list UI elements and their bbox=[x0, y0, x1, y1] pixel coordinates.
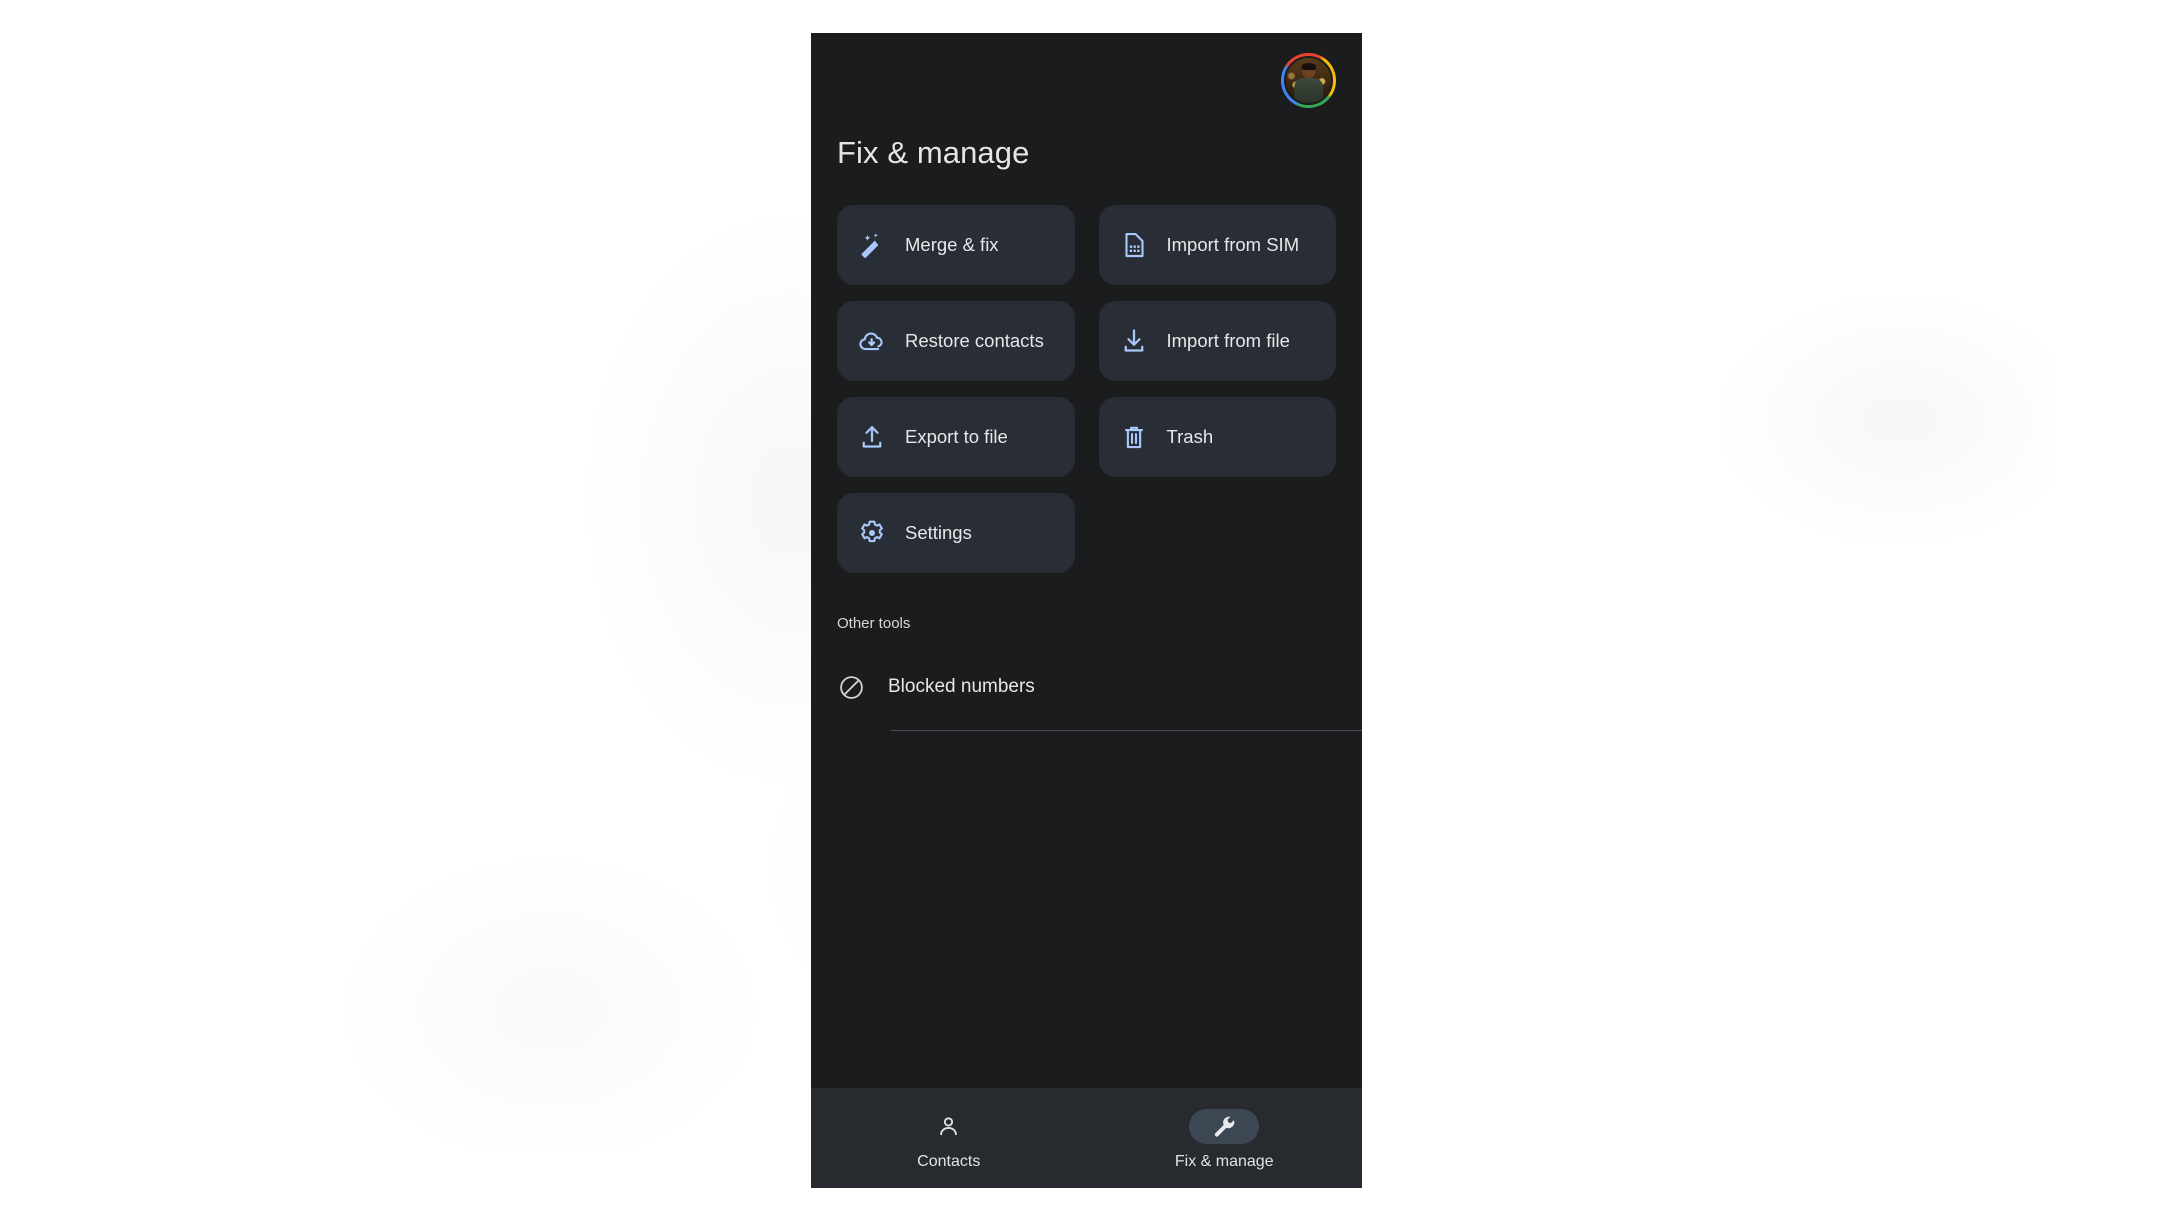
tile-restore-contacts[interactable]: Restore contacts bbox=[837, 301, 1075, 381]
person-icon bbox=[940, 1117, 958, 1136]
list-item-label: Blocked numbers bbox=[888, 676, 1035, 697]
tile-label: Settings bbox=[905, 522, 972, 544]
tile-trash[interactable]: Trash bbox=[1098, 397, 1336, 477]
avatar-photo-body bbox=[1293, 77, 1324, 103]
tile-label: Import from SIM bbox=[1166, 234, 1300, 256]
list-item-blocked-numbers[interactable]: Blocked numbers bbox=[811, 658, 1362, 716]
avatar-photo bbox=[1284, 56, 1333, 105]
nav-item-contacts[interactable]: Contacts bbox=[811, 1109, 1087, 1171]
nav-item-label: Contacts bbox=[917, 1153, 981, 1170]
block-icon bbox=[837, 673, 866, 702]
cloud-download-icon bbox=[857, 326, 887, 356]
tile-label: Merge & fix bbox=[905, 234, 999, 256]
tile-label: Export to file bbox=[905, 426, 1008, 448]
bottom-navigation-bar: Contacts Fix & manage bbox=[811, 1088, 1362, 1188]
trash-icon bbox=[1119, 422, 1149, 452]
tile-merge-and-fix[interactable]: Merge & fix bbox=[837, 205, 1075, 285]
tool-tile-grid: Merge & fix Import from SIM Restore cont… bbox=[811, 205, 1362, 573]
upload-icon bbox=[857, 422, 887, 452]
download-icon bbox=[1119, 326, 1149, 356]
tile-import-from-file[interactable]: Import from file bbox=[1098, 301, 1336, 381]
screen: Fix & manage Merge & fix Import from SIM… bbox=[0, 0, 2171, 1221]
nav-pill-fix-and-manage bbox=[1189, 1109, 1260, 1144]
wrench-icon bbox=[1214, 1116, 1235, 1137]
magic-wand-icon bbox=[857, 230, 887, 260]
nav-item-fix-and-manage[interactable]: Fix & manage bbox=[1087, 1109, 1363, 1171]
other-tools-section-title: Other tools bbox=[837, 615, 911, 632]
account-avatar[interactable] bbox=[1281, 53, 1336, 108]
contacts-app-window: Fix & manage Merge & fix Import from SIM… bbox=[811, 33, 1362, 1188]
tile-label: Import from file bbox=[1166, 330, 1290, 352]
nav-pill-contacts bbox=[914, 1109, 984, 1144]
tile-settings[interactable]: Settings bbox=[837, 493, 1075, 573]
list-divider bbox=[891, 730, 1362, 731]
scroll-content[interactable]: Merge & fix Import from SIM Restore cont… bbox=[811, 205, 1362, 1088]
nav-item-label: Fix & manage bbox=[1174, 1153, 1274, 1170]
tile-export-to-file[interactable]: Export to file bbox=[837, 397, 1075, 477]
page-title: Fix & manage bbox=[837, 135, 1030, 170]
gear-icon bbox=[857, 518, 887, 548]
avatar-photo-hair bbox=[1301, 62, 1316, 70]
app-top-bar bbox=[811, 33, 1362, 125]
tile-import-from-sim[interactable]: Import from SIM bbox=[1098, 205, 1336, 285]
tile-label: Restore contacts bbox=[905, 330, 1044, 352]
tile-label: Trash bbox=[1166, 426, 1214, 448]
sim-card-icon bbox=[1119, 230, 1149, 260]
